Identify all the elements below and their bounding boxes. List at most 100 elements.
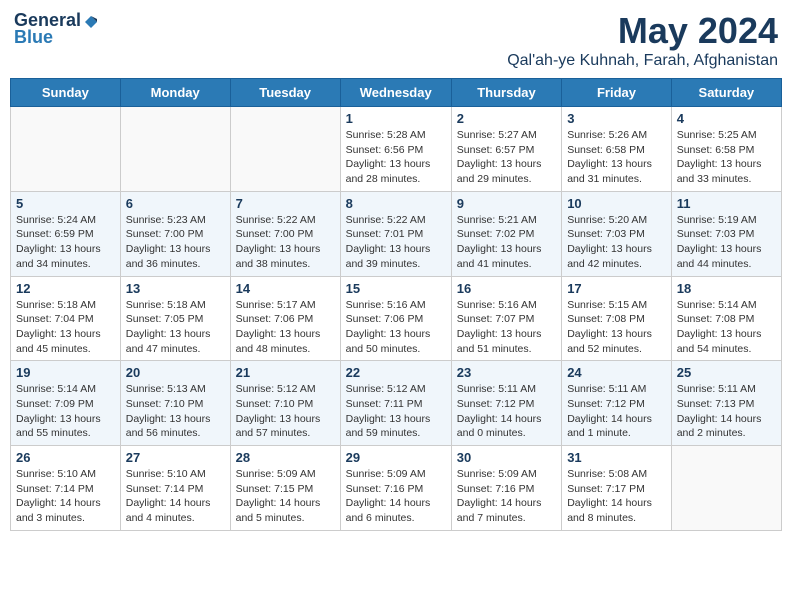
day-info: Sunrise: 5:20 AMSunset: 7:03 PMDaylight:… [567, 213, 666, 272]
weekday-header-row: SundayMondayTuesdayWednesdayThursdayFrid… [11, 79, 782, 107]
calendar-week-row: 19Sunrise: 5:14 AMSunset: 7:09 PMDayligh… [11, 361, 782, 446]
day-number: 9 [457, 196, 556, 211]
calendar-cell [11, 107, 121, 192]
day-number: 27 [126, 450, 225, 465]
day-info: Sunrise: 5:18 AMSunset: 7:05 PMDaylight:… [126, 298, 225, 357]
day-info: Sunrise: 5:09 AMSunset: 7:15 PMDaylight:… [236, 467, 335, 526]
weekday-header: Saturday [671, 79, 781, 107]
month-title: May 2024 [507, 10, 778, 52]
day-info: Sunrise: 5:25 AMSunset: 6:58 PMDaylight:… [677, 128, 776, 187]
day-info: Sunrise: 5:16 AMSunset: 7:06 PMDaylight:… [346, 298, 446, 357]
day-number: 4 [677, 111, 776, 126]
day-number: 15 [346, 281, 446, 296]
location-title: Qal'ah-ye Kuhnah, Farah, Afghanistan [507, 52, 778, 70]
calendar-table: SundayMondayTuesdayWednesdayThursdayFrid… [10, 78, 782, 531]
calendar-cell: 27Sunrise: 5:10 AMSunset: 7:14 PMDayligh… [120, 446, 230, 531]
day-number: 25 [677, 365, 776, 380]
calendar-cell: 15 Sunrise: 5:16 AMSunset: 7:06 PMDayligh… [340, 276, 451, 361]
calendar-cell: 4 Sunrise: 5:25 AMSunset: 6:58 PMDaylight… [671, 107, 781, 192]
calendar-cell: 21 Sunrise: 5:12 AMSunset: 7:10 PMDayligh… [230, 361, 340, 446]
weekday-header: Wednesday [340, 79, 451, 107]
calendar-cell: 14 Sunrise: 5:17 AMSunset: 7:06 PMDayligh… [230, 276, 340, 361]
calendar-cell: 25Sunrise: 5:11 AMSunset: 7:13 PMDayligh… [671, 361, 781, 446]
day-info: Sunrise: 5:11 AMSunset: 7:12 PMDaylight:… [457, 382, 556, 441]
day-number: 10 [567, 196, 666, 211]
calendar-cell: 8 Sunrise: 5:22 AMSunset: 7:01 PMDaylight… [340, 191, 451, 276]
weekday-header: Friday [562, 79, 672, 107]
calendar-cell: 1 Sunrise: 5:28 AMSunset: 6:56 PMDaylight… [340, 107, 451, 192]
day-number: 28 [236, 450, 335, 465]
day-number: 18 [677, 281, 776, 296]
day-info: Sunrise: 5:23 AMSunset: 7:00 PMDaylight:… [126, 213, 225, 272]
calendar-cell: 7 Sunrise: 5:22 AMSunset: 7:00 PMDaylight… [230, 191, 340, 276]
day-info: Sunrise: 5:17 AMSunset: 7:06 PMDaylight:… [236, 298, 335, 357]
logo-blue-text: Blue [14, 27, 53, 48]
calendar-cell: 24 Sunrise: 5:11 AMSunset: 7:12 PMDayligh… [562, 361, 672, 446]
logo: General Blue [14, 10, 99, 48]
day-number: 12 [16, 281, 115, 296]
day-info: Sunrise: 5:21 AMSunset: 7:02 PMDaylight:… [457, 213, 556, 272]
day-number: 24 [567, 365, 666, 380]
calendar-cell: 3Sunrise: 5:26 AMSunset: 6:58 PMDaylight… [562, 107, 672, 192]
day-info: Sunrise: 5:22 AMSunset: 7:01 PMDaylight:… [346, 213, 446, 272]
calendar-cell: 29 Sunrise: 5:09 AMSunset: 7:16 PMDayligh… [340, 446, 451, 531]
day-info: Sunrise: 5:28 AMSunset: 6:56 PMDaylight:… [346, 128, 446, 187]
day-number: 8 [346, 196, 446, 211]
calendar-cell: 2Sunrise: 5:27 AMSunset: 6:57 PMDaylight… [451, 107, 561, 192]
calendar-cell: 26Sunrise: 5:10 AMSunset: 7:14 PMDayligh… [11, 446, 121, 531]
day-info: Sunrise: 5:16 AMSunset: 7:07 PMDaylight:… [457, 298, 556, 357]
day-info: Sunrise: 5:09 AMSunset: 7:16 PMDaylight:… [457, 467, 556, 526]
calendar-cell: 22 Sunrise: 5:12 AMSunset: 7:11 PMDayligh… [340, 361, 451, 446]
day-number: 13 [126, 281, 225, 296]
calendar-cell: 13 Sunrise: 5:18 AMSunset: 7:05 PMDayligh… [120, 276, 230, 361]
day-info: Sunrise: 5:09 AMSunset: 7:16 PMDaylight:… [346, 467, 446, 526]
calendar-cell: 30Sunrise: 5:09 AMSunset: 7:16 PMDayligh… [451, 446, 561, 531]
day-number: 31 [567, 450, 666, 465]
day-number: 20 [126, 365, 225, 380]
calendar-cell: 28 Sunrise: 5:09 AMSunset: 7:15 PMDayligh… [230, 446, 340, 531]
calendar-cell: 11 Sunrise: 5:19 AMSunset: 7:03 PMDayligh… [671, 191, 781, 276]
weekday-header: Monday [120, 79, 230, 107]
day-number: 17 [567, 281, 666, 296]
day-info: Sunrise: 5:18 AMSunset: 7:04 PMDaylight:… [16, 298, 115, 357]
calendar-cell: 18Sunrise: 5:14 AMSunset: 7:08 PMDayligh… [671, 276, 781, 361]
day-info: Sunrise: 5:12 AMSunset: 7:10 PMDaylight:… [236, 382, 335, 441]
day-number: 6 [126, 196, 225, 211]
calendar-cell: 17Sunrise: 5:15 AMSunset: 7:08 PMDayligh… [562, 276, 672, 361]
day-number: 3 [567, 111, 666, 126]
day-info: Sunrise: 5:11 AMSunset: 7:12 PMDaylight:… [567, 382, 666, 441]
day-number: 2 [457, 111, 556, 126]
day-number: 11 [677, 196, 776, 211]
calendar-cell: 5 Sunrise: 5:24 AMSunset: 6:59 PMDaylight… [11, 191, 121, 276]
day-number: 5 [16, 196, 115, 211]
day-info: Sunrise: 5:22 AMSunset: 7:00 PMDaylight:… [236, 213, 335, 272]
day-number: 19 [16, 365, 115, 380]
calendar-cell: 16 Sunrise: 5:16 AMSunset: 7:07 PMDayligh… [451, 276, 561, 361]
day-number: 16 [457, 281, 556, 296]
day-number: 7 [236, 196, 335, 211]
title-block: May 2024 Qal'ah-ye Kuhnah, Farah, Afghan… [507, 10, 778, 70]
day-number: 1 [346, 111, 446, 126]
calendar-cell [120, 107, 230, 192]
day-info: Sunrise: 5:19 AMSunset: 7:03 PMDaylight:… [677, 213, 776, 272]
day-info: Sunrise: 5:08 AMSunset: 7:17 PMDaylight:… [567, 467, 666, 526]
calendar-cell: 19Sunrise: 5:14 AMSunset: 7:09 PMDayligh… [11, 361, 121, 446]
calendar-cell: 31 Sunrise: 5:08 AMSunset: 7:17 PMDayligh… [562, 446, 672, 531]
calendar-cell: 12 Sunrise: 5:18 AMSunset: 7:04 PMDayligh… [11, 276, 121, 361]
day-info: Sunrise: 5:24 AMSunset: 6:59 PMDaylight:… [16, 213, 115, 272]
day-info: Sunrise: 5:13 AMSunset: 7:10 PMDaylight:… [126, 382, 225, 441]
weekday-header: Thursday [451, 79, 561, 107]
day-number: 26 [16, 450, 115, 465]
weekday-header: Tuesday [230, 79, 340, 107]
day-number: 29 [346, 450, 446, 465]
weekday-header: Sunday [11, 79, 121, 107]
day-info: Sunrise: 5:12 AMSunset: 7:11 PMDaylight:… [346, 382, 446, 441]
calendar-cell: 10 Sunrise: 5:20 AMSunset: 7:03 PMDayligh… [562, 191, 672, 276]
calendar-cell [230, 107, 340, 192]
day-number: 21 [236, 365, 335, 380]
logo-icon [83, 14, 99, 30]
day-number: 22 [346, 365, 446, 380]
day-number: 14 [236, 281, 335, 296]
calendar-cell: 20 Sunrise: 5:13 AMSunset: 7:10 PMDayligh… [120, 361, 230, 446]
calendar-cell: 6 Sunrise: 5:23 AMSunset: 7:00 PMDaylight… [120, 191, 230, 276]
